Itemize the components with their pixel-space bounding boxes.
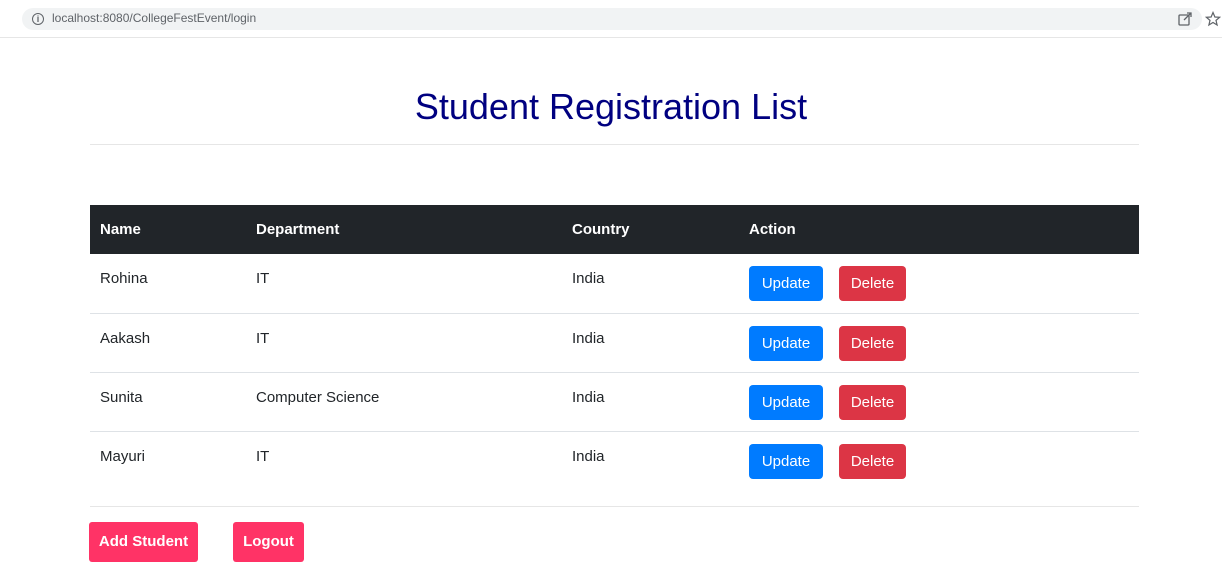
update-button[interactable]: Update: [749, 384, 823, 420]
table-header-row: Name Department Country Action: [90, 205, 1139, 254]
header-action: Action: [749, 221, 796, 238]
header-department: Department: [256, 221, 340, 238]
cell-name: Mayuri: [100, 447, 146, 465]
delete-button[interactable]: Delete: [839, 384, 906, 420]
star-icon[interactable]: [1205, 11, 1221, 27]
cell-country: India: [572, 329, 605, 347]
cell-country: India: [572, 388, 605, 406]
url-field[interactable]: i localhost:8080/CollegeFestEvent/login: [22, 8, 1202, 30]
share-icon[interactable]: [1177, 11, 1193, 27]
cell-department: IT: [256, 329, 270, 347]
table-row: Sunita Computer Science India Update Dele…: [90, 372, 1139, 431]
page-title: Student Registration List: [414, 86, 808, 127]
add-student-button[interactable]: Add Student: [89, 522, 198, 562]
update-button[interactable]: Update: [749, 443, 823, 479]
cell-country: India: [572, 447, 605, 465]
delete-button[interactable]: Delete: [839, 266, 906, 301]
browser-address-bar: i localhost:8080/CollegeFestEvent/login: [0, 0, 1222, 38]
cell-name: Sunita: [100, 388, 143, 406]
table-row: Rohina IT India Update Delete: [90, 254, 1139, 313]
cell-actions: Update Delete: [739, 431, 1139, 490]
cell-department: IT: [256, 447, 270, 465]
cell-name: Rohina: [100, 270, 148, 287]
header-country: Country: [572, 221, 630, 238]
table-row: Aakash IT India Update Delete: [90, 313, 1139, 372]
url-text[interactable]: localhost:8080/CollegeFestEvent/login: [52, 11, 256, 25]
delete-button[interactable]: Delete: [839, 443, 906, 479]
cell-actions: Update Delete: [739, 313, 1139, 372]
update-button[interactable]: Update: [749, 325, 823, 361]
cell-department: Computer Science: [256, 388, 380, 406]
table-divider: [90, 506, 1139, 507]
update-button[interactable]: Update: [749, 266, 823, 301]
cell-name: Aakash: [100, 329, 151, 347]
title-divider: [90, 144, 1139, 145]
cell-country: India: [572, 270, 605, 287]
student-table: Name Department Country Action Rohina IT…: [90, 205, 1139, 490]
logout-button[interactable]: Logout: [233, 522, 304, 562]
cell-actions: Update Delete: [739, 372, 1139, 431]
table-row: Mayuri IT India Update Delete: [90, 431, 1139, 490]
header-name: Name: [100, 221, 141, 238]
info-icon[interactable]: i: [32, 13, 44, 25]
delete-button[interactable]: Delete: [839, 325, 906, 361]
cell-actions: Update Delete: [739, 254, 1139, 313]
cell-department: IT: [256, 270, 270, 287]
